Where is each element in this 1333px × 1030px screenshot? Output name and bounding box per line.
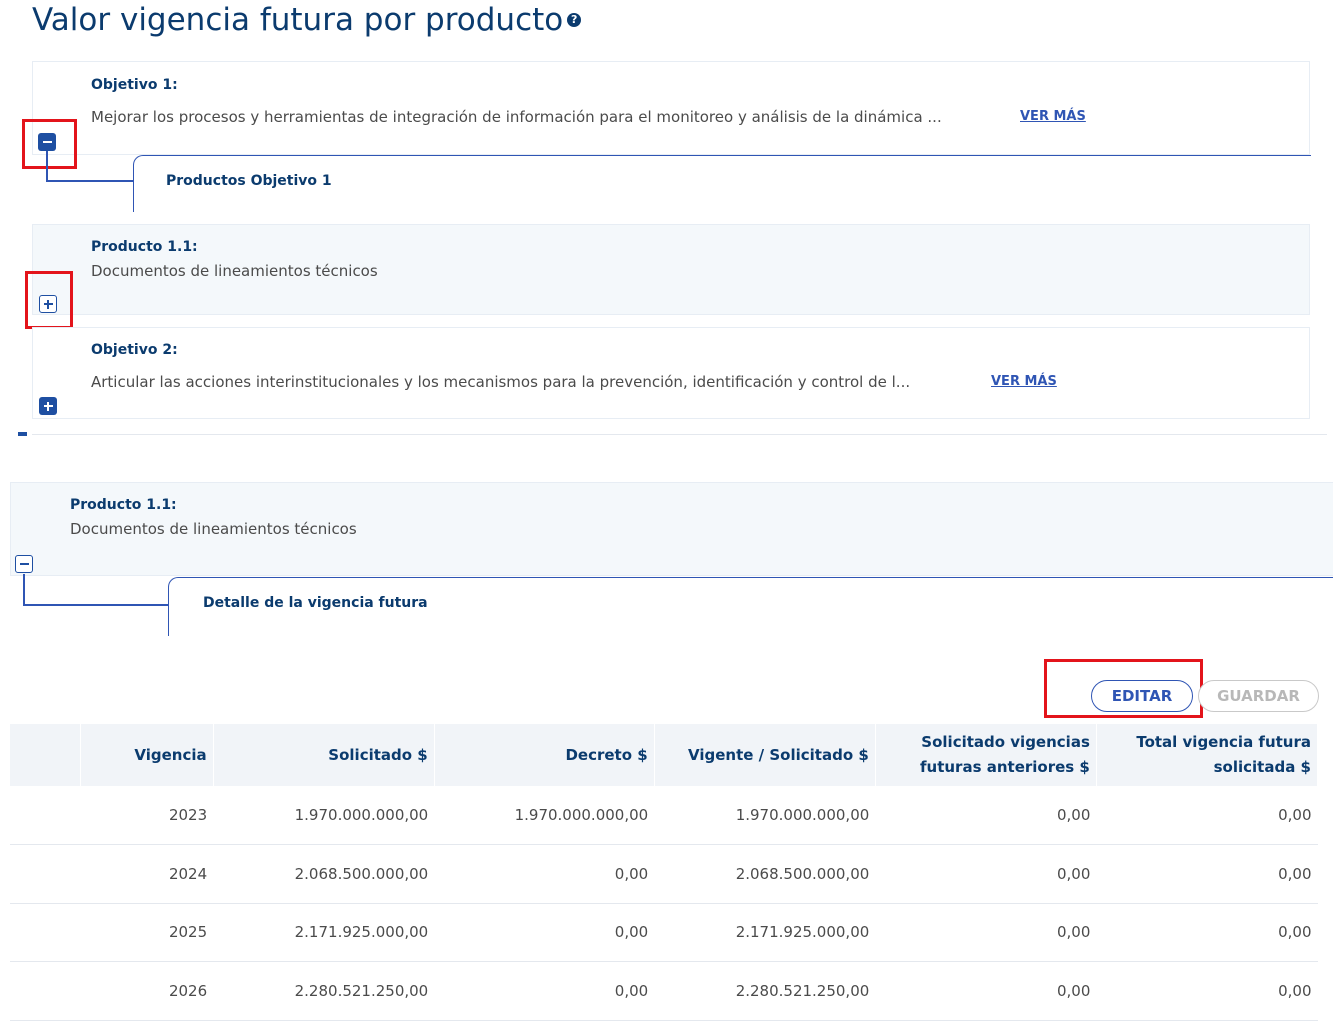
cell-solicitado: 2.171.925.000,00 (294, 923, 429, 942)
minus-icon (19, 563, 29, 565)
objetivo-2-text: Articular las acciones interinstituciona… (91, 373, 911, 391)
productos-objetivo-1-tab[interactable]: Productos Objetivo 1 (133, 155, 1311, 212)
table-row: 2023 1.970.000.000,00 1.970.000.000,00 1… (10, 786, 1318, 845)
producto-1-1-text: Documentos de lineamientos técnicos (91, 262, 378, 280)
cell-anteriores: 0,00 (1056, 806, 1091, 824)
cell-blank (10, 786, 81, 845)
objetivo-1-card: Objetivo 1: Mejorar los procesos y herra… (32, 61, 1310, 155)
col-header-total: Total vigencia futura solicitada $ (1096, 724, 1319, 786)
detalle-producto-label: Producto 1.1: (70, 497, 177, 513)
cell-total: 0,00 (1278, 923, 1312, 942)
cell-vigente: 2.068.500.000,00 (735, 864, 870, 883)
objetivo-2-expand-button[interactable] (39, 397, 57, 415)
objetivo-1-label: Objetivo 1: (91, 77, 178, 93)
cell-blank (10, 962, 81, 1021)
cell-total: 0,00 (1278, 806, 1312, 824)
cell-vigencia: 2026 (168, 981, 208, 1000)
table-row: 2024 2.068.500.000,00 0,00 2.068.500.000… (10, 845, 1318, 904)
minus-icon (42, 141, 52, 143)
cell-total: 0,00 (1278, 981, 1312, 1000)
cell-vigente: 2.171.925.000,00 (735, 923, 870, 942)
col-header-total-line2: solicitada $ (1213, 758, 1311, 776)
cell-vigencia: 2024 (168, 864, 208, 883)
objetivo-1-text: Mejorar los procesos y herramientas de i… (91, 108, 942, 126)
cell-solicitado: 2.280.521.250,00 (294, 981, 429, 1000)
cell-decreto: 1.970.000.000,00 (514, 806, 649, 824)
cell-decreto: 0,00 (614, 981, 649, 1000)
objetivo-2-card: Objetivo 2: Articular las acciones inter… (32, 327, 1310, 419)
producto-1-1-card: Producto 1.1: Documentos de lineamientos… (32, 224, 1310, 315)
cell-decreto: 0,00 (614, 923, 649, 942)
table-row: 2026 2.280.521.250,00 0,00 2.280.521.250… (10, 962, 1318, 1021)
cell-solicitado: 1.970.000.000,00 (294, 806, 429, 824)
cell-vigente: 1.970.000.000,00 (735, 806, 870, 824)
col-header-anteriores-line2: futuras anteriores $ (920, 758, 1090, 776)
col-header-solicitado: Solicitado $ (213, 724, 435, 786)
detalle-producto-card: Producto 1.1: Documentos de lineamientos… (10, 482, 1333, 576)
editar-button[interactable]: EDITAR (1091, 680, 1193, 712)
objetivo-2-label: Objetivo 2: (91, 342, 178, 358)
col-header-vigente: Vigente / Solicitado $ (654, 724, 876, 786)
plus-icon (43, 401, 53, 411)
vigencias-table: Vigencia Solicitado $ Decreto $ Vigente … (10, 724, 1319, 1021)
objetivo-2-ver-mas-link[interactable]: VER MÁS (991, 374, 1057, 389)
detalle-producto-text: Documentos de lineamientos técnicos (70, 520, 357, 538)
cell-vigencia: 2023 (168, 806, 208, 824)
cell-vigencia: 2025 (168, 923, 208, 942)
tree-connector (46, 151, 48, 181)
objetivo-1-ver-mas-link[interactable]: VER MÁS (1020, 109, 1086, 124)
cell-anteriores: 0,00 (1056, 864, 1091, 883)
table-header-row: Vigencia Solicitado $ Decreto $ Vigente … (10, 724, 1319, 786)
productos-objetivo-1-label: Productos Objetivo 1 (166, 173, 332, 189)
cell-anteriores: 0,00 (1056, 923, 1091, 942)
detalle-vigencia-tab[interactable]: Detalle de la vigencia futura (168, 577, 1333, 636)
tree-connector (23, 574, 25, 605)
cell-solicitado: 2.068.500.000,00 (294, 864, 429, 883)
detalle-producto-collapse-button[interactable] (15, 555, 33, 573)
col-header-anteriores: Solicitado vigencias futuras anteriores … (875, 724, 1097, 786)
producto-1-1-label: Producto 1.1: (91, 239, 198, 255)
col-header-vigencia: Vigencia (80, 724, 214, 786)
help-icon[interactable]: ? (567, 12, 582, 27)
section-separator (32, 434, 1327, 435)
section-separator-mark (18, 432, 27, 436)
page-title: Valor vigencia futura por producto? (32, 2, 582, 38)
col-header-decreto: Decreto $ (434, 724, 655, 786)
producto-1-1-expand-button[interactable] (39, 295, 57, 313)
col-header-anteriores-line1: Solicitado vigencias (921, 733, 1090, 751)
table-row: 2025 2.171.925.000,00 0,00 2.171.925.000… (10, 903, 1318, 962)
plus-icon (43, 299, 53, 309)
cell-anteriores: 0,00 (1056, 981, 1091, 1000)
col-header-blank (10, 724, 82, 786)
cell-blank (10, 903, 81, 962)
cell-total: 0,00 (1278, 864, 1312, 883)
tree-connector (46, 180, 134, 182)
cell-vigente: 2.280.521.250,00 (735, 981, 870, 1000)
cell-blank (10, 845, 81, 904)
col-header-total-line1: Total vigencia futura (1136, 733, 1311, 751)
detalle-vigencia-label: Detalle de la vigencia futura (203, 595, 428, 611)
guardar-button[interactable]: GUARDAR (1198, 680, 1319, 712)
tree-connector (23, 604, 169, 606)
page-title-text: Valor vigencia futura por producto (32, 2, 564, 38)
objetivo-1-collapse-button[interactable] (38, 133, 56, 151)
cell-decreto: 0,00 (614, 864, 649, 883)
